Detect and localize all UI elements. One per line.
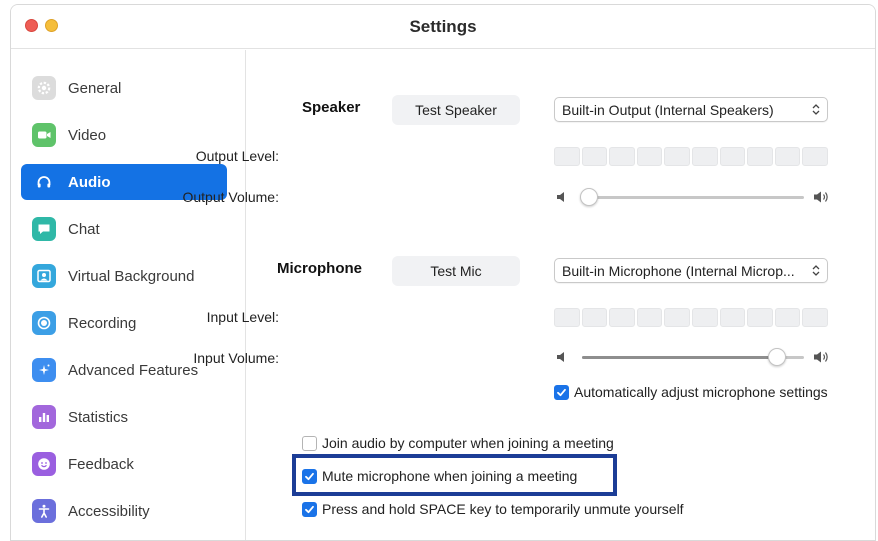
auto-adjust-label: Automatically adjust microphone settings	[574, 384, 828, 400]
sidebar-item-accessibility[interactable]: Accessibility	[21, 493, 227, 529]
audio-settings-panel: Speaker Test Speaker Built-in Output (In…	[182, 50, 875, 540]
slider-knob[interactable]	[768, 348, 787, 366]
meter-segment	[609, 308, 635, 327]
slider-track	[582, 348, 804, 366]
meter-segment	[554, 308, 580, 327]
speaker-section-label: Speaker	[302, 99, 361, 116]
settings-window: Settings General Video Audio Chat Virtua…	[10, 4, 876, 541]
meter-segment	[691, 147, 718, 166]
output-volume-slider[interactable]	[556, 187, 830, 207]
sidebar-item-label: Virtual Background	[68, 267, 195, 285]
output-level-label: Output Level:	[195, 148, 279, 164]
person-frame-icon	[32, 264, 56, 288]
chevron-updown-icon	[812, 104, 820, 115]
sidebar-item-label: Accessibility	[68, 502, 150, 520]
speaker-device-select[interactable]: Built-in Output (Internal Speakers)	[554, 97, 828, 122]
meter-segment	[664, 308, 690, 327]
meter-segment	[719, 308, 746, 327]
sidebar-item-label: Audio	[68, 173, 111, 191]
sidebar-item-general[interactable]: General	[21, 70, 227, 106]
meter-segment	[802, 147, 828, 166]
test-mic-button[interactable]: Test Mic	[392, 256, 520, 286]
meter-segment	[554, 147, 580, 166]
input-volume-slider[interactable]	[556, 347, 830, 367]
sidebar-item-label: General	[68, 79, 122, 97]
sidebar-item-label: Advanced Features	[68, 361, 199, 379]
meter-segment	[664, 147, 690, 166]
microphone-section-label: Microphone	[277, 260, 362, 277]
smiley-icon	[32, 452, 56, 476]
join-audio-option[interactable]: Join audio by computer when joining a me…	[302, 435, 614, 451]
meter-segment	[747, 147, 773, 166]
speaker-device-value: Built-in Output (Internal Speakers)	[562, 101, 774, 118]
sparkle-icon	[32, 358, 56, 382]
microphone-device-select[interactable]: Built-in Microphone (Internal Microp...	[554, 258, 828, 283]
meter-segment	[636, 147, 663, 166]
sidebar-item-feedback[interactable]: Feedback	[21, 446, 227, 482]
space-to-unmute-option[interactable]: Press and hold SPACE key to temporarily …	[302, 501, 684, 517]
bar-chart-icon	[32, 405, 56, 429]
chevron-updown-icon	[812, 265, 820, 276]
test-speaker-button[interactable]: Test Speaker	[392, 95, 520, 125]
sidebar-item-label: Statistics	[68, 408, 129, 426]
video-camera-icon	[32, 123, 56, 147]
space-to-unmute-label: Press and hold SPACE key to temporarily …	[322, 501, 684, 517]
meter-segment	[691, 308, 718, 327]
space-to-unmute-checkbox[interactable]	[302, 501, 317, 517]
sidebar-item-virtual-background[interactable]: Virtual Background	[21, 258, 227, 294]
headphones-icon	[32, 170, 56, 194]
highlight-annotation-box	[292, 454, 617, 496]
title-bar: Settings	[11, 5, 875, 49]
sidebar-item-label: Video	[68, 126, 107, 144]
settings-sidebar: General Video Audio Chat Virtual Backgro…	[11, 50, 246, 540]
speaker-low-icon	[557, 352, 564, 362]
slider-track	[579, 188, 804, 206]
meter-segment	[581, 147, 608, 166]
window-title: Settings	[409, 17, 477, 36]
input-volume-label: Input Volume:	[193, 350, 279, 366]
speaker-high-icon	[814, 351, 828, 363]
slider-fill	[582, 356, 778, 359]
auto-adjust-checkbox[interactable]	[554, 384, 569, 400]
meter-segment	[774, 147, 801, 166]
meter-segment	[719, 147, 746, 166]
auto-adjust-mic-option[interactable]: Automatically adjust microphone settings	[554, 384, 828, 400]
sidebar-item-label: Chat	[68, 220, 100, 238]
sidebar-item-chat[interactable]: Chat	[21, 211, 227, 247]
meter-segment	[747, 308, 773, 327]
input-level-meter	[554, 308, 828, 327]
gear-icon	[32, 76, 56, 100]
join-audio-label: Join audio by computer when joining a me…	[322, 435, 614, 451]
meter-segment	[581, 308, 608, 327]
sidebar-item-statistics[interactable]: Statistics	[21, 399, 227, 435]
speaker-low-icon	[557, 192, 564, 202]
input-level-label: Input Level:	[206, 309, 279, 325]
meter-segment	[609, 147, 635, 166]
sidebar-item-recording[interactable]: Recording	[21, 305, 227, 341]
output-level-meter	[554, 147, 828, 166]
output-volume-label: Output Volume:	[182, 189, 279, 205]
sidebar-item-label: Recording	[68, 314, 137, 332]
sidebar-item-label: Feedback	[68, 455, 134, 473]
speaker-high-icon	[814, 191, 828, 203]
chat-bubble-icon	[32, 217, 56, 241]
meter-segment	[774, 308, 801, 327]
join-audio-checkbox[interactable]	[302, 435, 317, 451]
record-icon	[32, 311, 56, 335]
meter-segment	[802, 308, 828, 327]
microphone-device-value: Built-in Microphone (Internal Microp...	[562, 262, 795, 279]
meter-segment	[636, 308, 663, 327]
slider-knob[interactable]	[579, 188, 598, 206]
accessibility-icon	[32, 499, 56, 523]
